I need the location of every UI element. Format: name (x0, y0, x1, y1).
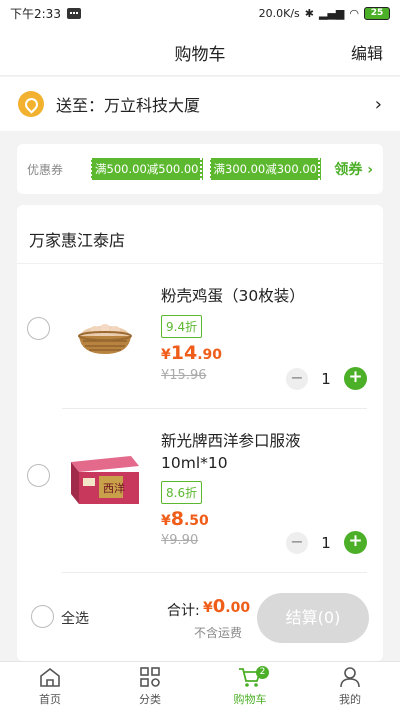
cart-item: 粉壳鸡蛋（30枚装） 9.4折 ¥14.90 ¥15.96 − 1 + (17, 275, 383, 407)
tab-category[interactable]: 分类 (100, 662, 200, 711)
svg-text:西洋: 西洋 (103, 481, 125, 495)
decrease-button[interactable]: − (286, 367, 308, 390)
signal-icon: ▂▄▆ (319, 6, 345, 20)
tab-label: 分类 (139, 693, 161, 706)
shop-name: 万家惠江泰店 (29, 231, 126, 250)
tab-label: 我的 (339, 693, 361, 706)
page-title: 购物车 (174, 45, 226, 65)
chevron-right-icon: › (374, 93, 382, 115)
quantity-stepper: − 1 + (286, 531, 367, 554)
increase-button[interactable]: + (344, 367, 367, 390)
discount-badge: 9.4折 (161, 315, 203, 338)
coupon-bar: 优惠券 满500.00减500.00 满300.00减300.00 领券 › (17, 144, 383, 194)
total-price: ¥0.00 (203, 596, 251, 617)
bottom-tab-bar: 首页 分类 2 购物车 我的 (0, 661, 400, 711)
delivery-address[interactable]: 送至：万立科技大厦 › (0, 77, 400, 131)
tab-profile[interactable]: 我的 (300, 662, 400, 711)
tab-label: 首页 (39, 693, 61, 706)
location-pin-icon (18, 91, 44, 117)
select-all-radio[interactable] (31, 605, 54, 628)
coupon-tag: 满500.00减500.00 (90, 158, 203, 180)
tab-label: 购物车 (233, 693, 267, 706)
bluetooth-icon: ✱ (304, 6, 314, 20)
category-icon (140, 667, 160, 687)
shop-card: 万家惠江泰店 粉壳鸡蛋（30枚装） 9.4折 ¥14.90 ¥15.96 − 1… (17, 205, 383, 661)
wifi-icon: ◠ (349, 6, 359, 20)
quantity-value: 1 (321, 533, 331, 552)
tab-cart[interactable]: 2 购物车 (200, 662, 300, 711)
quantity-stepper: − 1 + (286, 367, 367, 390)
ginseng-box-image: 西洋 (71, 456, 139, 504)
status-time: 下午2:33 (10, 6, 61, 21)
item-price: ¥14.90 (161, 342, 223, 364)
address-text: 送至：万立科技大厦 (56, 96, 201, 115)
total-label: 合计: (167, 603, 200, 619)
cart-badge: 2 (256, 666, 269, 679)
cart-item: 西洋 新光牌西洋参口服液10ml*10 8.6折 ¥8.50 ¥9.90 − 1… (17, 410, 383, 570)
divider (62, 572, 367, 573)
get-coupon-button[interactable]: 领券 › (334, 159, 373, 179)
status-bar: 下午2:33 20.0K/s ✱ ▂▄▆ ◠ 25 (0, 0, 400, 26)
item-price: ¥8.50 (161, 508, 209, 530)
item-name[interactable]: 新光牌西洋参口服液10ml*10 (161, 430, 361, 474)
original-price: ¥9.90 (161, 533, 199, 548)
item-name[interactable]: 粉壳鸡蛋（30枚装） (161, 285, 361, 307)
item-select-radio[interactable] (27, 317, 50, 340)
quantity-value: 1 (321, 369, 331, 388)
egg-basket-image (78, 324, 132, 354)
decrease-button[interactable]: − (286, 531, 308, 554)
divider (62, 408, 367, 409)
network-speed: 20.0K/s (258, 6, 300, 20)
divider (17, 263, 383, 264)
coupon-tag: 满300.00减300.00 (208, 158, 321, 180)
shipping-note: 不含运费 (194, 626, 243, 640)
checkout-button[interactable]: 结算(0) (257, 593, 369, 643)
original-price: ¥15.96 (161, 368, 207, 383)
header: 购物车 编辑 (0, 26, 400, 76)
checkout-bar: 全选 合计: ¥0.00 不含运费 结算(0) (17, 587, 383, 647)
user-icon (340, 667, 360, 688)
coupon-label: 优惠券 (27, 162, 64, 177)
tab-home[interactable]: 首页 (0, 662, 100, 711)
item-select-radio[interactable] (27, 464, 50, 487)
increase-button[interactable]: + (344, 531, 367, 554)
discount-badge: 8.6折 (161, 481, 203, 504)
select-all-label[interactable]: 全选 (61, 608, 89, 628)
battery-icon: 25 (364, 6, 390, 20)
home-icon (40, 667, 60, 687)
edit-button[interactable]: 编辑 (351, 40, 383, 64)
message-icon (66, 7, 81, 19)
